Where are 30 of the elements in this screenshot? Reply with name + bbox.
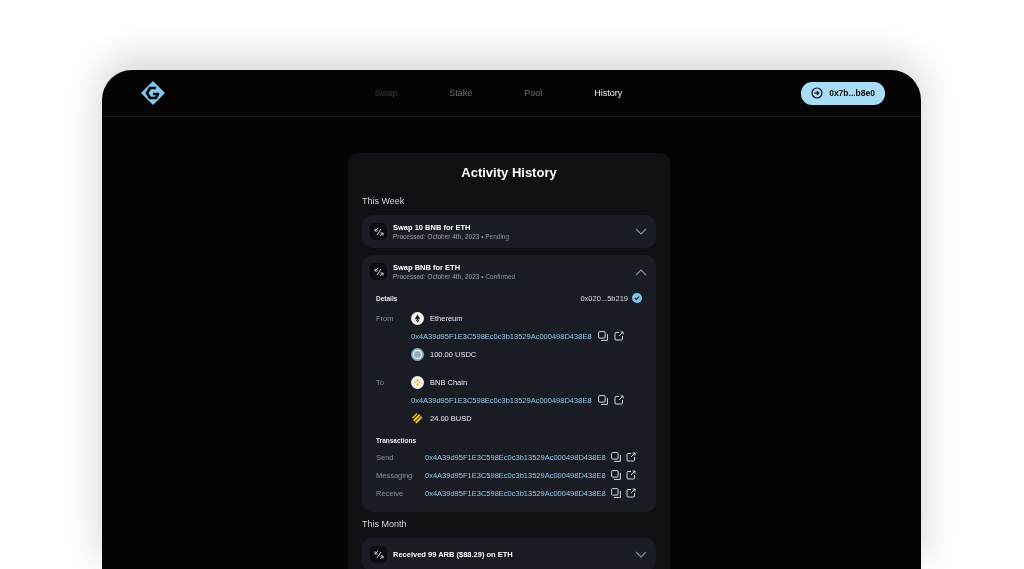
external-link-icon[interactable] — [613, 395, 624, 405]
usdc-icon — [411, 347, 424, 361]
expand-icon[interactable] — [635, 550, 647, 559]
nav-tab[interactable]: Pool — [524, 88, 543, 98]
swap-icon — [370, 223, 387, 240]
external-link-icon[interactable] — [625, 488, 636, 498]
copy-icon[interactable] — [610, 488, 621, 498]
copy-icon[interactable] — [597, 395, 608, 405]
nav-tab[interactable]: History — [594, 88, 623, 98]
ethereum-icon — [411, 311, 424, 325]
swap-icon — [370, 546, 387, 563]
bnb-icon — [411, 375, 424, 389]
nav-tab[interactable]: Stake — [449, 88, 473, 98]
copy-icon[interactable] — [610, 452, 621, 462]
login-icon — [811, 87, 824, 99]
external-link-icon[interactable] — [625, 452, 636, 462]
swap-icon — [370, 263, 387, 280]
section-heading: This Week — [362, 196, 406, 206]
expand-icon[interactable] — [635, 227, 647, 236]
activity-item[interactable] — [362, 255, 656, 512]
collapse-icon[interactable] — [635, 267, 647, 276]
copy-icon[interactable] — [610, 470, 621, 480]
copy-icon[interactable] — [597, 331, 608, 341]
busd-icon — [411, 411, 424, 425]
section-heading: This Month — [362, 519, 408, 529]
external-link-icon[interactable] — [613, 331, 624, 341]
wallet-button[interactable]: 0x7b...b8e0 — [801, 81, 885, 105]
logo-icon — [140, 80, 166, 106]
card-title: Activity History — [460, 165, 558, 180]
external-link-icon[interactable] — [625, 470, 636, 480]
